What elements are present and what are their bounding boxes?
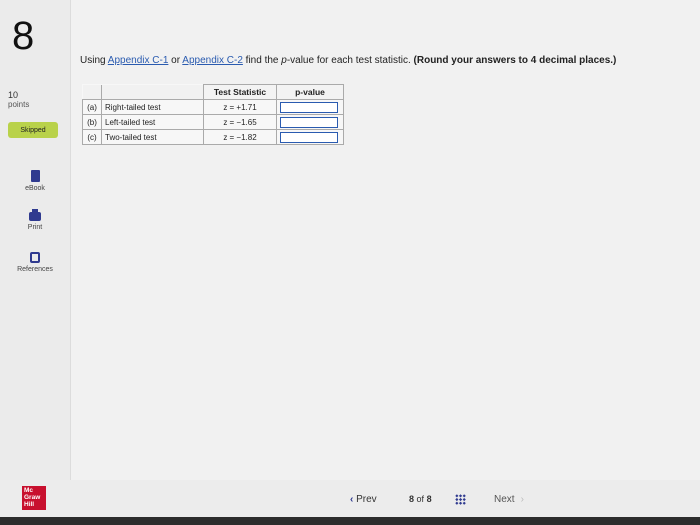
points-value: 10 <box>8 90 19 100</box>
print-label: Print <box>27 224 43 231</box>
table-header: Test Statistic p-value <box>82 84 344 100</box>
row-description: Right-tailed test <box>101 99 204 115</box>
rounding-instruction: (Round your answers to 4 decimal places.… <box>413 55 617 66</box>
question-middle: or <box>168 55 183 66</box>
book-icon <box>30 170 40 182</box>
row-statistic: z = −1.82 <box>203 129 277 145</box>
header-test-statistic: Test Statistic <box>203 84 277 100</box>
row-description: Left-tailed test <box>101 114 204 130</box>
header-blank-2 <box>101 84 204 100</box>
mcgraw-hill-logo: Mc Graw Hill <box>22 486 46 510</box>
chevron-left-icon: ‹ <box>350 494 354 505</box>
ebook-label: eBook <box>25 185 45 192</box>
answer-table: Test Statistic p-value (a) Right-tailed … <box>82 84 344 145</box>
question-prefix: Using <box>80 55 108 66</box>
bottom-bar <box>0 517 700 525</box>
question-text: Using Appendix C-1 or Appendix C-2 find … <box>80 55 680 66</box>
chevron-right-icon: › <box>520 494 524 505</box>
logo-line-3: Hill <box>24 501 35 508</box>
page-total: 8 <box>426 494 432 504</box>
table-row: (a) Right-tailed test z = +1.71 <box>82 99 344 115</box>
row-label: (c) <box>82 129 102 145</box>
header-p-value: p-value <box>276 84 344 100</box>
row-label: (a) <box>82 99 102 115</box>
table-row: (c) Two-tailed test z = −1.82 <box>82 129 344 145</box>
row-pvalue-cell <box>276 129 344 145</box>
page-current: 8 <box>409 494 415 504</box>
row-statistic: z = +1.71 <box>203 99 277 115</box>
references-label: References <box>17 266 53 273</box>
points: 10 points <box>8 90 29 110</box>
printer-icon <box>29 209 41 221</box>
header-blank <box>82 84 102 100</box>
ebook-button[interactable]: eBook <box>10 170 60 192</box>
question-suffix2: -value for each test statistic. <box>286 55 414 66</box>
row-label: (b) <box>82 114 102 130</box>
status-badge: Skipped <box>8 122 58 138</box>
p-value-input-c[interactable] <box>280 131 338 143</box>
row-pvalue-cell <box>276 114 344 130</box>
page-indicator: 8 of 8 <box>409 494 432 504</box>
p-value-input-a[interactable] <box>280 101 338 113</box>
question-number: 8 <box>12 14 35 58</box>
next-label: Next <box>494 494 515 505</box>
row-statistic: z = −1.65 <box>203 114 277 130</box>
page: 8 10 points Skipped eBook Print Referenc… <box>0 0 700 525</box>
next-button[interactable]: Next › <box>494 494 524 505</box>
sidebar: 8 10 points Skipped eBook Print Referenc… <box>0 0 71 480</box>
print-button[interactable]: Print <box>10 209 60 231</box>
points-label: points <box>8 100 30 109</box>
page-of: of <box>416 494 425 504</box>
appendix-c2-link[interactable]: Appendix C-2 <box>182 55 243 66</box>
table-row: (b) Left-tailed test z = −1.65 <box>82 114 344 130</box>
references-button[interactable]: References <box>10 252 60 273</box>
row-description: Two-tailed test <box>101 129 204 145</box>
references-icon <box>30 252 40 263</box>
logo-line-2: Graw <box>24 494 41 501</box>
prev-button[interactable]: ‹ Prev <box>350 494 377 505</box>
question-suffix: find the <box>242 55 282 66</box>
row-pvalue-cell <box>276 99 344 115</box>
grid-icon[interactable] <box>455 494 466 505</box>
p-value-input-b[interactable] <box>280 116 338 128</box>
logo-line-1: Mc <box>24 487 34 494</box>
prev-label: Prev <box>356 494 377 505</box>
appendix-c1-link[interactable]: Appendix C-1 <box>108 55 169 66</box>
